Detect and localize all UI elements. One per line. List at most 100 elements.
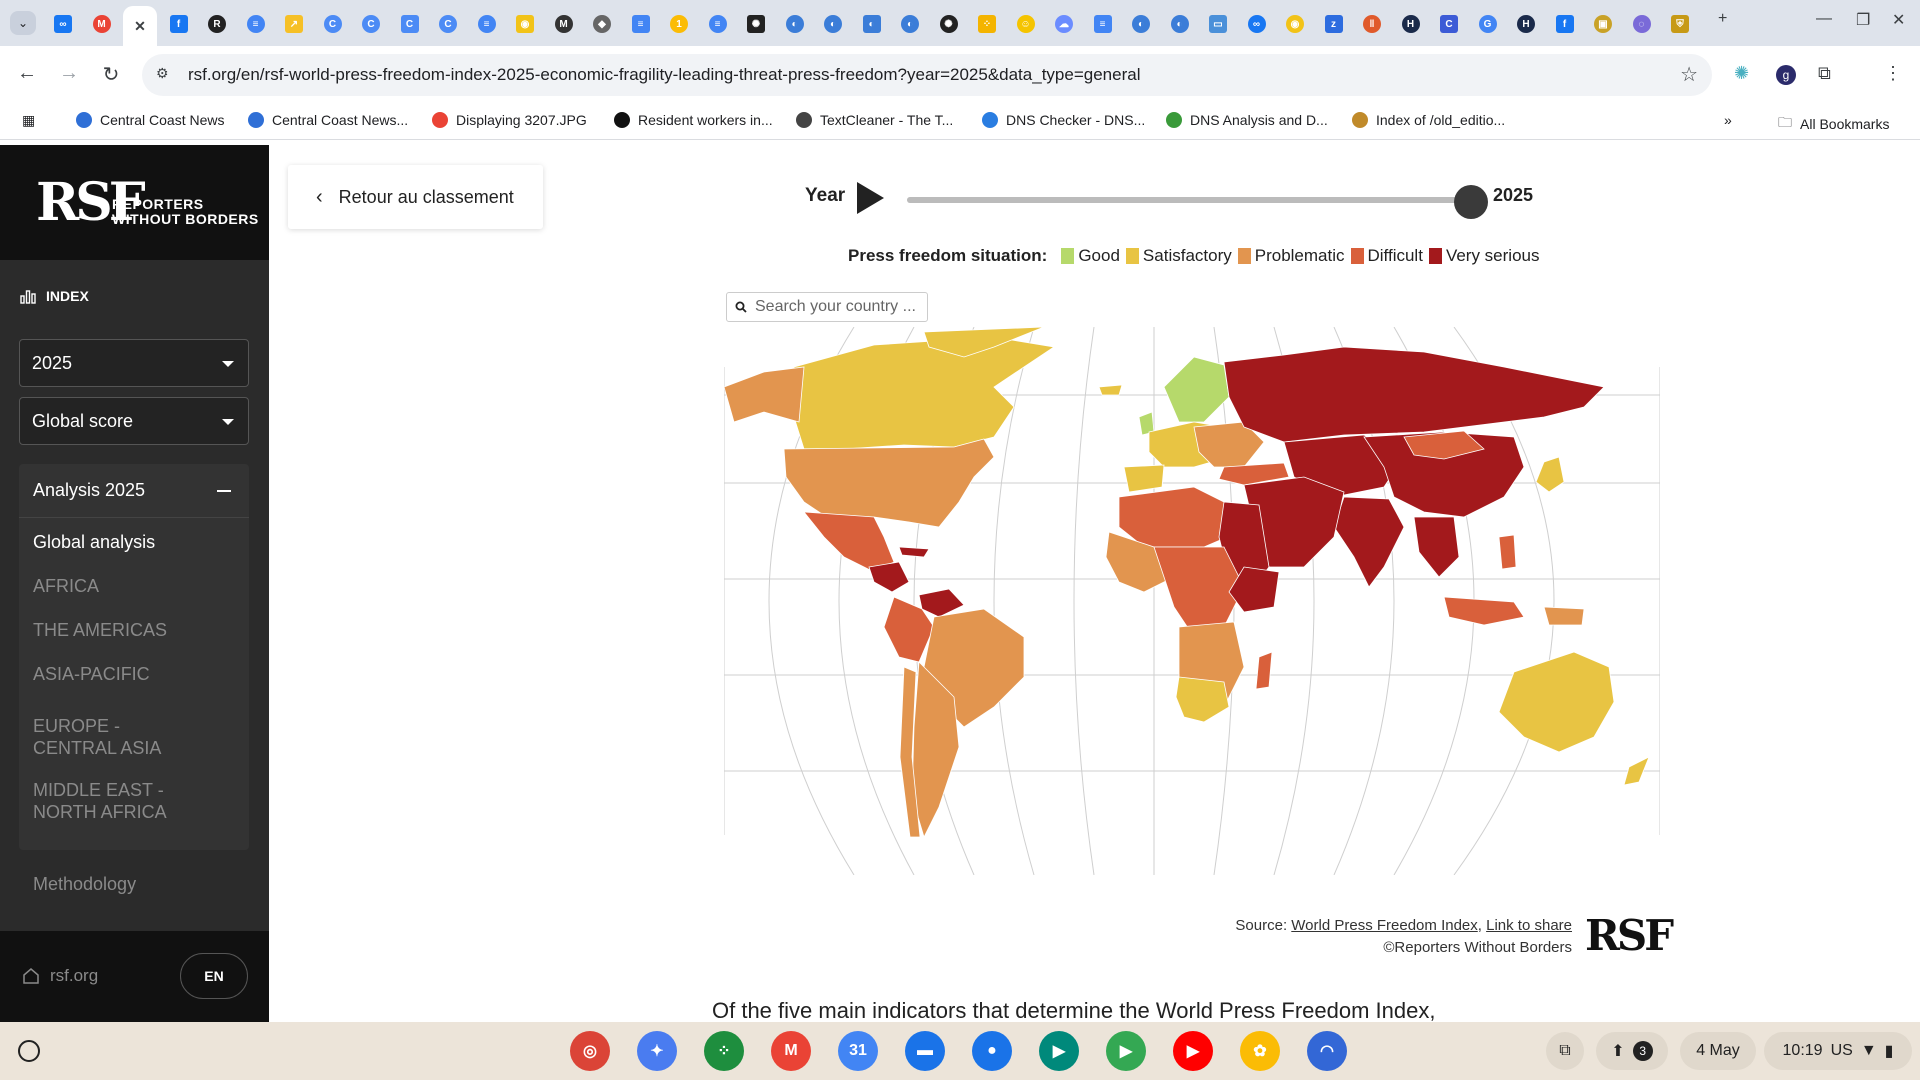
url-text[interactable]: rsf.org/en/rsf-world-press-freedom-index… — [188, 65, 1140, 85]
date-pill[interactable]: 4 May — [1680, 1032, 1756, 1070]
browser-tab-m[interactable]: M — [547, 8, 581, 40]
browser-tab-frame[interactable]: ▣ — [1586, 8, 1620, 40]
world-press-freedom-map[interactable] — [724, 327, 1660, 875]
gemini-app-icon[interactable]: ✦ — [637, 1031, 677, 1071]
bookmark-item[interactable]: Index of /old_editio... — [1352, 112, 1505, 128]
share-link[interactable]: Link to share — [1486, 917, 1572, 934]
restore-icon[interactable]: ❐ — [1856, 10, 1870, 30]
browser-tab-c2[interactable]: C — [354, 8, 388, 40]
browser-tab-sn4[interactable]: ◐ — [893, 8, 927, 40]
country-search[interactable] — [726, 292, 928, 322]
browser-tab-active-close[interactable]: ✕ — [123, 6, 157, 46]
browser-tab-openai2[interactable]: ✺ — [932, 8, 966, 40]
back-arrow-icon[interactable]: ← — [14, 62, 40, 85]
browser-tab-arrow[interactable]: ↗ — [277, 8, 311, 40]
more-menu-icon[interactable]: ⋮ — [1884, 63, 1902, 84]
address-bar[interactable]: ⚙ rsf.org/en/rsf-world-press-freedom-ind… — [142, 54, 1712, 96]
map-region-central-america[interactable] — [868, 561, 910, 593]
analysis-item[interactable]: MIDDLE EAST - NORTH AFRICA — [33, 779, 183, 823]
bookmark-item[interactable]: Central Coast News... — [248, 112, 408, 128]
map-region-iceland[interactable] — [1098, 384, 1123, 396]
map-region-southeast-asia[interactable] — [1413, 516, 1460, 578]
back-to-ranking-button[interactable]: ‹ Retour au classement — [288, 165, 543, 229]
map-region-australia[interactable] — [1498, 651, 1615, 753]
gmail-app-icon[interactable]: M — [771, 1031, 811, 1071]
extensions-puzzle-icon[interactable]: ⧉ — [1818, 63, 1831, 84]
browser-tab-facebook2[interactable]: f — [1548, 8, 1582, 40]
map-region-scandinavia[interactable] — [1163, 356, 1230, 423]
map-region-indonesia[interactable] — [1443, 596, 1525, 626]
browser-tab-docs3[interactable]: ≡ — [624, 8, 658, 40]
rsf-home-link[interactable]: rsf.org — [22, 966, 98, 986]
browser-tab-one[interactable]: 1 — [662, 8, 696, 40]
browser-tab-c4[interactable]: C — [431, 8, 465, 40]
podcast-app-icon[interactable]: ◠ — [1307, 1031, 1347, 1071]
index-source-link[interactable]: World Press Freedom Index — [1291, 917, 1477, 934]
bookmarks-overflow-icon[interactable]: » — [1724, 112, 1732, 128]
analysis-accordion-header[interactable]: Analysis 2025 — [19, 464, 249, 518]
extension-icon[interactable]: ✺ — [1734, 63, 1749, 84]
browser-tab-sn5[interactable]: ◐ — [1124, 8, 1158, 40]
index-nav-item[interactable]: INDEX — [20, 288, 89, 304]
map-region-philippines[interactable] — [1498, 534, 1517, 570]
browser-tab-facebook[interactable]: f — [162, 8, 196, 40]
browser-tab-docs2[interactable]: ≡ — [470, 8, 504, 40]
map-region-iberia[interactable] — [1123, 464, 1165, 493]
browser-tab-shield[interactable]: ⛨ — [1663, 8, 1697, 40]
system-tray[interactable]: 10:19 US ▼ ▮ — [1764, 1032, 1912, 1070]
rsf-logo[interactable]: RSF REPORTERS WITHOUT BORDERS — [0, 145, 269, 260]
analysis-item[interactable]: THE AMERICAS — [33, 619, 183, 641]
map-region-canada[interactable] — [793, 336, 1056, 450]
bookmark-item[interactable]: DNS Analysis and D... — [1166, 112, 1328, 128]
bookmark-item[interactable]: Resident workers in... — [614, 112, 773, 128]
photos-app-icon[interactable]: ✿ — [1240, 1031, 1280, 1071]
map-region-south-africa[interactable] — [1175, 676, 1230, 723]
browser-tab-yellow2[interactable]: ◉ — [1278, 8, 1312, 40]
year-slider-thumb[interactable] — [1454, 185, 1488, 219]
apps-grid-icon[interactable]: ▦ — [22, 112, 35, 129]
close-window-icon[interactable]: ✕ — [1892, 10, 1905, 30]
browser-tab-card[interactable]: ▭ — [1201, 8, 1235, 40]
browser-tab-hl2[interactable]: H — [1509, 8, 1543, 40]
browser-tab-docs[interactable]: ≡ — [239, 8, 273, 40]
analysis-item[interactable]: Global analysis — [33, 531, 183, 553]
apps-grid-app-icon[interactable]: ⁘ — [704, 1031, 744, 1071]
launcher-icon[interactable] — [18, 1040, 40, 1062]
map-region-png[interactable] — [1543, 606, 1585, 626]
analysis-item[interactable]: ASIA-PACIFIC — [33, 663, 183, 685]
bookmark-item[interactable]: DNS Checker - DNS... — [982, 112, 1145, 128]
language-button[interactable]: EN — [180, 953, 248, 999]
methodology-link[interactable]: Methodology — [33, 874, 136, 895]
browser-tab-docs5[interactable]: ≡ — [1086, 8, 1120, 40]
map-region-caribbean[interactable] — [898, 546, 930, 558]
browser-tab-zm[interactable]: z — [1317, 8, 1351, 40]
browser-tab-sn3[interactable]: ◐ — [855, 8, 889, 40]
play-icon[interactable] — [857, 182, 884, 214]
screen-capture-icon[interactable]: ⧉ — [1546, 1032, 1584, 1070]
browser-tab-emoji[interactable]: ☺ — [1009, 8, 1043, 40]
play-store-app-icon[interactable]: ▶ — [1106, 1031, 1146, 1071]
browser-tab-cg[interactable]: C — [1432, 8, 1466, 40]
browser-tab-c1[interactable]: C — [316, 8, 350, 40]
year-select[interactable]: 2025 — [19, 339, 249, 387]
search-input[interactable] — [755, 298, 925, 316]
chrome-app-icon[interactable]: ◎ — [570, 1031, 610, 1071]
bookmark-item[interactable]: TextCleaner - The T... — [796, 112, 953, 128]
analysis-item[interactable]: AFRICA — [33, 575, 183, 597]
browser-tab-crab[interactable]: ◆ — [585, 8, 619, 40]
calendar-app-icon[interactable]: 31 — [838, 1031, 878, 1071]
map-region-venezuela[interactable] — [918, 588, 965, 618]
bookmark-item[interactable]: Displaying 3207.JPG — [432, 112, 587, 128]
site-info-icon[interactable]: ⚙ — [156, 65, 169, 82]
browser-tab-sn6[interactable]: ◐ — [1163, 8, 1197, 40]
map-region-japan-korea[interactable] — [1535, 456, 1565, 493]
files-app-icon[interactable]: ▬ — [905, 1031, 945, 1071]
messages-app-icon[interactable]: ● — [972, 1031, 1012, 1071]
notifications-pill[interactable]: ⬆ 3 — [1596, 1032, 1668, 1070]
reload-icon[interactable]: ↻ — [98, 62, 124, 87]
browser-tab-openai1[interactable]: ✺ — [739, 8, 773, 40]
browser-tab-sn1[interactable]: ◐ — [778, 8, 812, 40]
profile-extension-icon[interactable]: g — [1776, 63, 1796, 85]
all-bookmarks-button[interactable]: 🗀 All Bookmarks — [1778, 112, 1889, 136]
browser-tab-yellow[interactable]: ◉ — [508, 8, 542, 40]
